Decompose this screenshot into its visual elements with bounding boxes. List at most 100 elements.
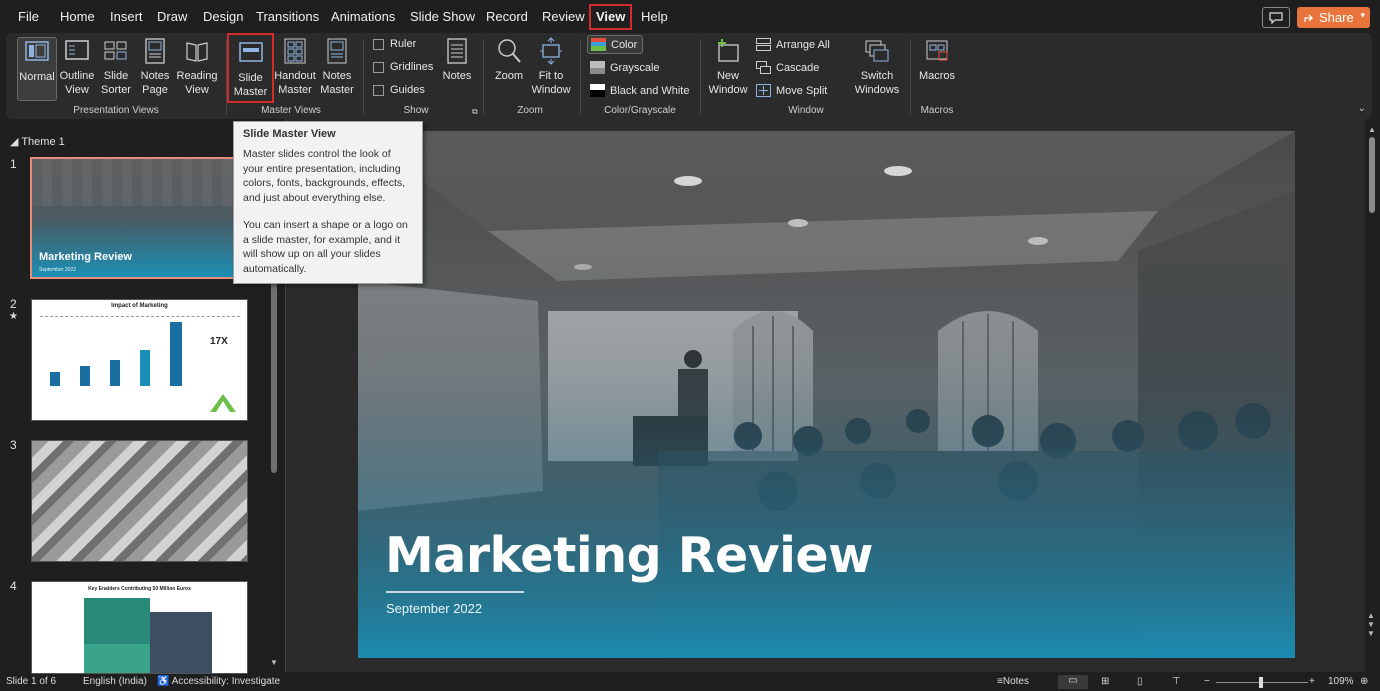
ribbon-separator — [700, 39, 701, 115]
slide-master-icon — [238, 42, 263, 62]
checkbox-box — [373, 84, 384, 96]
menu-view[interactable]: View — [589, 4, 633, 30]
black-and-white-button[interactable]: Black and White — [590, 84, 689, 97]
scrollbar-thumb[interactable] — [1369, 137, 1375, 213]
slide-sorter-icon — [104, 41, 127, 60]
grayscale-button[interactable]: Grayscale — [590, 61, 660, 74]
move-split-button[interactable]: Move Split — [756, 84, 827, 97]
zoom-button[interactable]: Zoom — [490, 37, 528, 101]
ruler-checkbox[interactable]: Ruler — [373, 38, 416, 50]
menu-animations[interactable]: Animations — [327, 4, 399, 30]
slide-title[interactable]: Marketing Review — [385, 527, 873, 584]
menu-record[interactable]: Record — [482, 4, 532, 30]
notes-status-button[interactable]: ≡Notes — [997, 676, 1029, 687]
slide-thumbnail-2[interactable]: Impact of Marketing 17X — [31, 299, 248, 421]
outline-view-button[interactable]: Outline View — [58, 37, 96, 101]
color-label: Color — [611, 38, 638, 51]
group-window: Window — [788, 105, 824, 116]
chart-bar — [170, 322, 182, 386]
theme-label: Theme 1 — [21, 136, 65, 148]
slide-show-status-button[interactable]: ⊤ — [1172, 676, 1181, 687]
comments-button[interactable] — [1262, 7, 1290, 28]
chart-bar — [110, 360, 120, 386]
fit-to-window-button[interactable]: Fit to Window — [529, 37, 573, 101]
triangle-logo-icon — [210, 394, 236, 412]
reading-view-status-button[interactable]: ▯ — [1137, 676, 1143, 687]
thumb-big-number: 17X — [210, 336, 228, 347]
thumb-title: Marketing Review — [39, 251, 132, 263]
handout-master-button[interactable]: Handout Master — [273, 37, 317, 101]
prev-next-slide-icon[interactable]: ▲ ▼ ▼ — [1367, 611, 1375, 638]
star-icon: ★ — [9, 311, 18, 322]
guides-checkbox[interactable]: Guides — [373, 84, 425, 96]
notes-toggle-button[interactable]: Notes — [439, 37, 475, 101]
grayscale-swatch-icon — [590, 61, 605, 74]
scroll-up-icon[interactable]: ▲ — [1368, 125, 1376, 134]
switch-windows-button[interactable]: Switch Windows — [849, 37, 905, 101]
scroll-down-icon[interactable]: ▼ — [270, 658, 278, 667]
grayscale-label: Grayscale — [610, 61, 660, 74]
dialog-launcher-icon[interactable]: ⧉ — [472, 107, 478, 117]
slide-sorter-icon: ⊞ — [1101, 676, 1110, 687]
zoom-out-button[interactable]: − — [1204, 676, 1210, 687]
menu-insert[interactable]: Insert — [106, 4, 147, 30]
macros-button[interactable]: Macros — [917, 37, 957, 101]
arrange-all-button[interactable]: Arrange All — [756, 38, 830, 51]
slide-master-button[interactable]: Slide Master — [227, 33, 274, 103]
slide-subtitle[interactable]: September 2022 — [386, 601, 482, 616]
slide-thumbnail-4[interactable]: Key Enablers Contributing 50 Million Eur… — [31, 581, 248, 674]
handout-master-label: Handout Master — [274, 70, 316, 96]
menu-transitions[interactable]: Transitions — [252, 4, 323, 30]
handout-master-icon — [284, 38, 306, 64]
fit-slide-icon[interactable]: ⊕ — [1360, 676, 1368, 687]
menu-draw[interactable]: Draw — [153, 4, 191, 30]
normal-view-status-button[interactable]: ▭ — [1058, 675, 1088, 689]
zoom-percentage[interactable]: 109% — [1328, 676, 1354, 687]
theme-section-header[interactable]: ◢ Theme 1 — [10, 135, 65, 148]
gridlines-checkbox[interactable]: Gridlines — [373, 61, 433, 73]
menu-file[interactable]: File — [14, 4, 43, 30]
menu-help[interactable]: Help — [637, 4, 672, 30]
current-slide[interactable]: Marketing Review September 2022 — [358, 131, 1295, 658]
checkbox-box — [373, 38, 384, 50]
accessibility-button[interactable]: ♿ Accessibility: Investigate — [157, 676, 280, 687]
switch-windows-label: Switch Windows — [854, 70, 900, 96]
notes-page-label: Notes Page — [140, 70, 170, 96]
slide-scrollbar[interactable]: ▲ ▲ ▼ ▼ — [1366, 125, 1378, 657]
zoom-slider-thumb[interactable] — [1259, 677, 1263, 688]
slide-thumbnail-3[interactable] — [31, 440, 248, 562]
share-icon — [1304, 14, 1313, 22]
share-button[interactable]: Share ▾ — [1297, 7, 1370, 28]
zoom-label: Zoom — [494, 70, 524, 82]
slide-sorter-status-button[interactable]: ⊞ — [1101, 676, 1109, 687]
new-window-button[interactable]: New Window — [707, 37, 749, 101]
thumb-photo-collage — [32, 441, 247, 561]
reading-view-icon — [186, 42, 208, 62]
menu-review[interactable]: Review — [538, 4, 589, 30]
color-button[interactable]: Color — [587, 35, 644, 54]
slide-thumbnail-1[interactable]: Marketing Review September 2022 — [30, 157, 249, 279]
thumb-title: Key Enablers Contributing 50 Million Eur… — [88, 586, 191, 592]
slide-sorter-button[interactable]: Slide Sorter — [99, 37, 133, 101]
menu-slide-show[interactable]: Slide Show — [406, 4, 479, 30]
reading-view-button[interactable]: Reading View — [175, 37, 219, 101]
collapse-ribbon-icon[interactable]: ⌄ — [1358, 103, 1366, 114]
language-indicator[interactable]: English (India) — [83, 676, 147, 687]
slide-editing-area: Marketing Review September 2022 — [285, 119, 1365, 672]
menu-home[interactable]: Home — [56, 4, 99, 30]
menu-design[interactable]: Design — [199, 4, 247, 30]
notes-master-button[interactable]: Notes Master — [318, 37, 356, 101]
cascade-button[interactable]: Cascade — [756, 61, 819, 74]
group-zoom: Zoom — [517, 105, 543, 116]
tooltip-title: Slide Master View — [243, 128, 336, 140]
switch-windows-icon — [865, 40, 889, 62]
collapse-triangle-icon: ◢ — [10, 136, 22, 148]
notes-page-button[interactable]: Notes Page — [137, 37, 173, 101]
accessibility-icon: ♿ — [157, 676, 170, 687]
black-white-swatch-icon — [590, 84, 605, 97]
normal-view-button[interactable]: Normal — [17, 37, 57, 101]
zoom-in-button[interactable]: + — [1309, 676, 1315, 687]
tooltip-paragraph: Master slides control the look of your e… — [243, 148, 406, 204]
move-split-label: Move Split — [776, 84, 828, 97]
group-master-views: Master Views — [261, 105, 321, 116]
